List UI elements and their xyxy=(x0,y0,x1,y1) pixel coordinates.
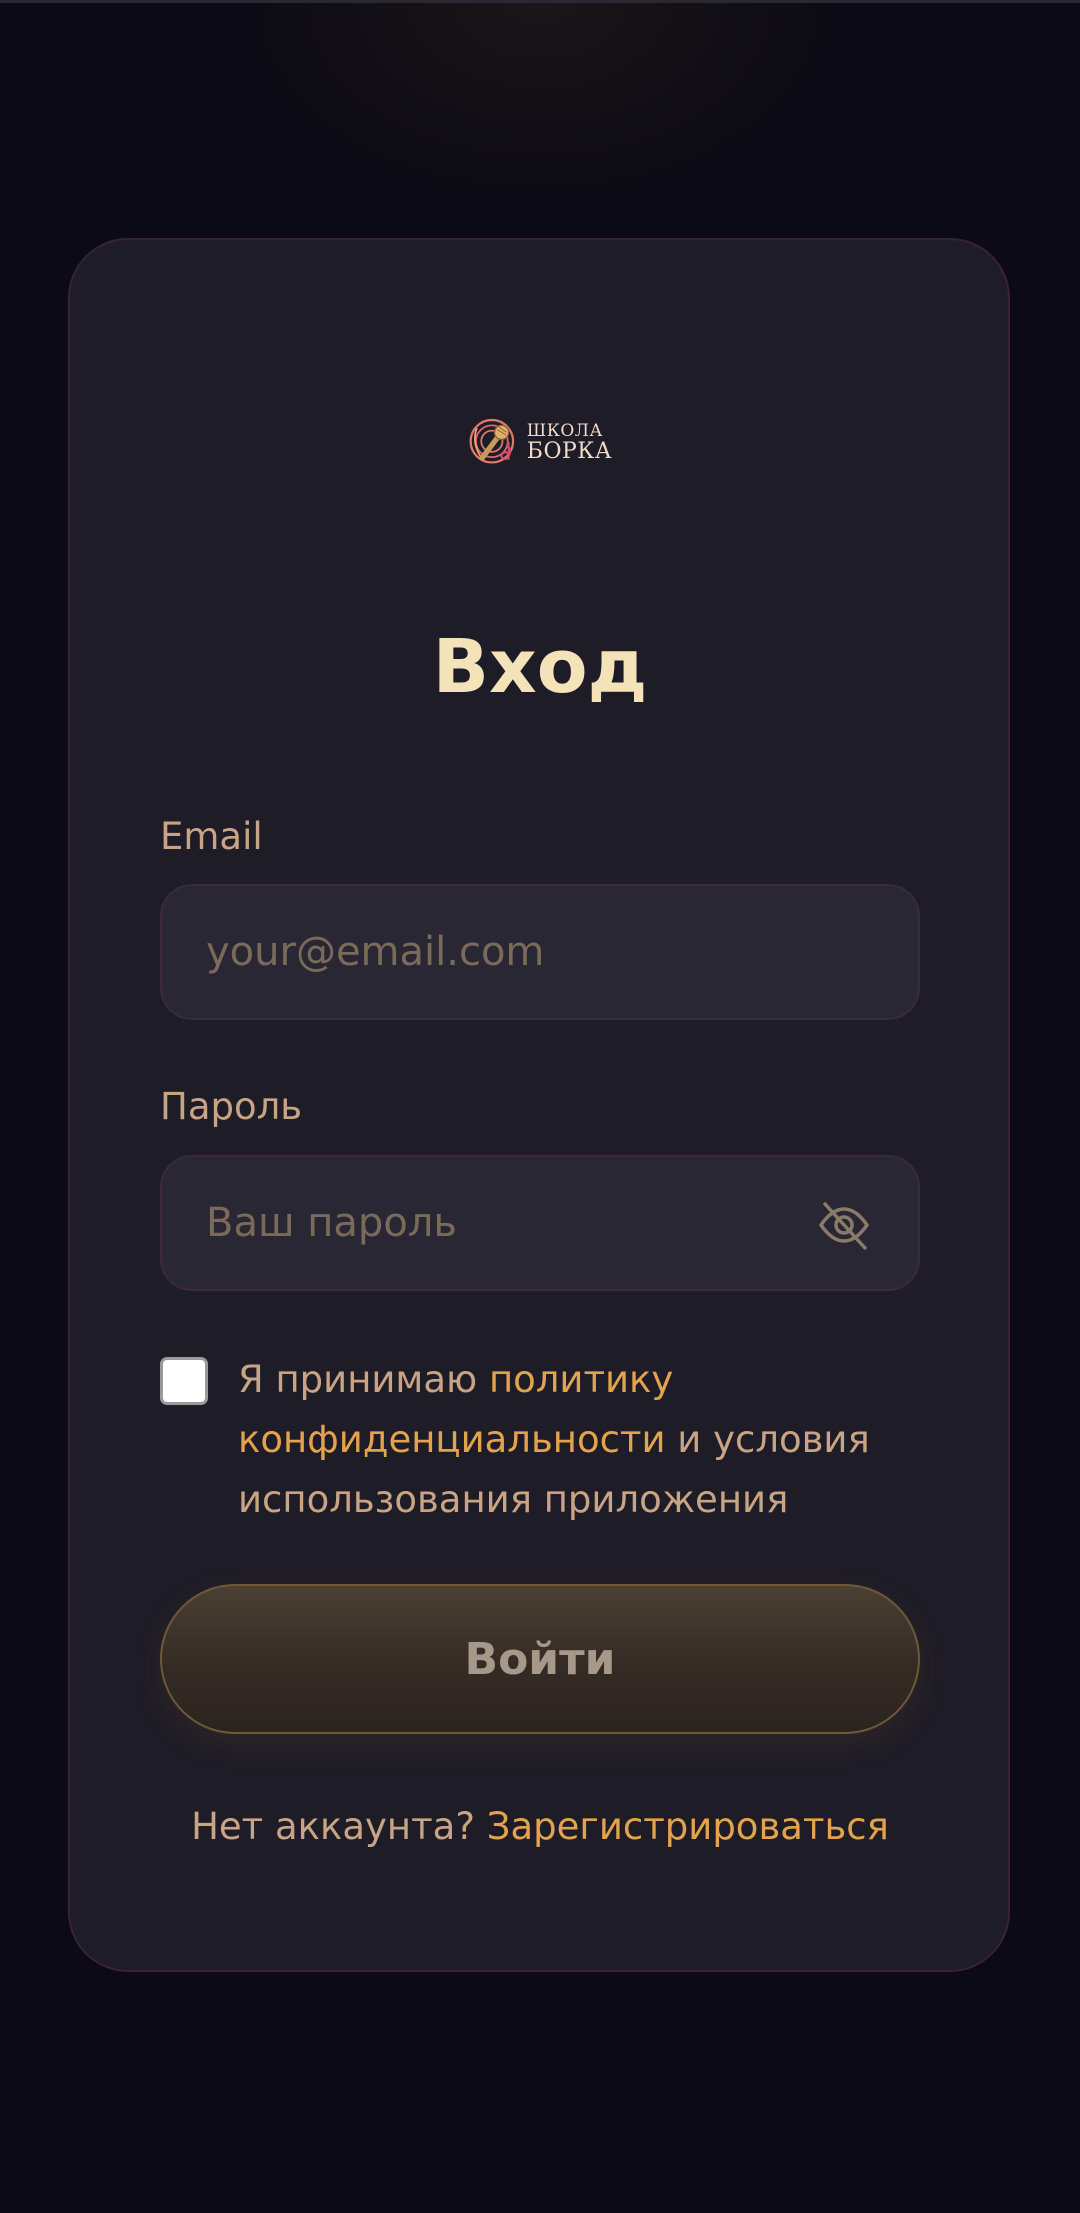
logo-line-2: БОРКА xyxy=(526,439,612,464)
password-visibility-toggle[interactable] xyxy=(816,1197,872,1253)
password-field-box[interactable] xyxy=(160,1155,920,1291)
top-glow xyxy=(240,0,840,200)
login-button-label: Войти xyxy=(464,1633,616,1685)
email-input[interactable] xyxy=(206,886,786,1018)
logo-line-1: ШКОЛА xyxy=(526,421,603,441)
consent-prefix: Я принимаю xyxy=(238,1358,489,1401)
register-row: Нет аккаунта? Зарегистрироваться xyxy=(0,1808,1080,1845)
status-bar-edge xyxy=(0,0,1080,3)
password-input[interactable] xyxy=(206,1157,786,1289)
email-field-box[interactable] xyxy=(160,884,920,1020)
page-title: Вход xyxy=(432,624,648,710)
logo-text: ШКОЛА БОРКА xyxy=(527,423,612,463)
school-logo: ШКОЛА БОРКА xyxy=(468,412,612,474)
register-link[interactable]: Зарегистрироваться xyxy=(487,1805,889,1848)
eye-off-icon xyxy=(819,1202,869,1250)
login-button[interactable]: Войти xyxy=(160,1584,920,1734)
email-label: Email xyxy=(160,815,263,858)
microphone-logo-icon xyxy=(469,418,515,464)
consent-checkbox[interactable] xyxy=(160,1357,208,1405)
password-label: Пароль xyxy=(160,1085,303,1128)
register-prompt: Нет аккаунта? xyxy=(191,1805,487,1848)
consent-text: Я принимаю политику конфиденциальности и… xyxy=(238,1350,878,1530)
